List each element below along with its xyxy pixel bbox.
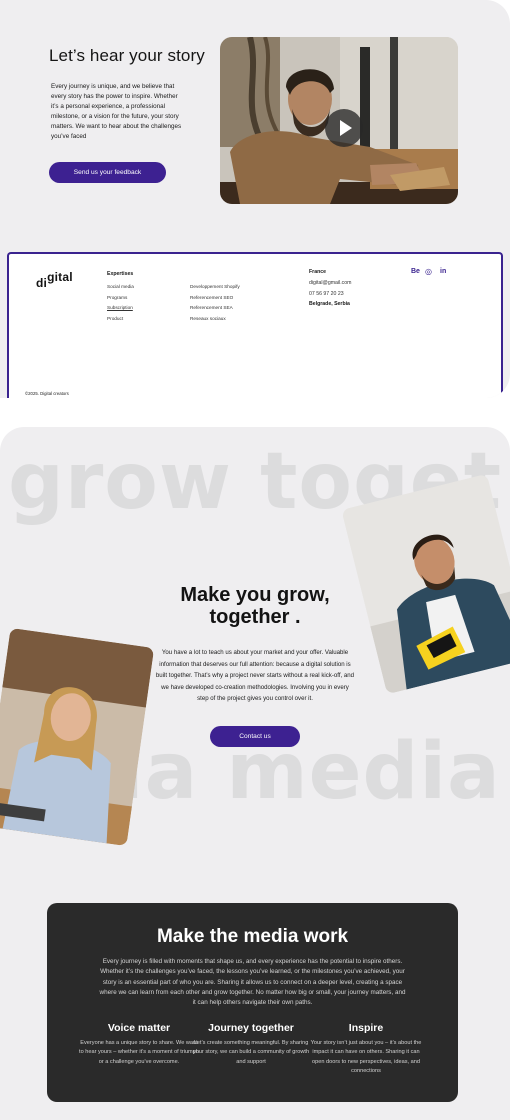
behance-icon[interactable]: Be <box>411 268 420 275</box>
site-footer: digital Expertises Social media Programs… <box>7 252 503 398</box>
inspire-title: Inspire <box>348 1022 384 1034</box>
footer-link-product[interactable]: Product <box>107 316 123 321</box>
grow-section: grow toget dia media Make you grow, toge… <box>0 427 510 1120</box>
dribbble-icon[interactable]: ◎ <box>425 267 432 276</box>
copyright: ©2025. Digital creators <box>25 391 69 396</box>
footer-link-subscription[interactable]: Subscription <box>107 305 133 310</box>
media-text: Every journey is filled with moments tha… <box>99 958 406 1007</box>
inspire-text: Your story isn’t just about you – it’s a… <box>310 1040 422 1074</box>
man-reading-photo <box>341 473 510 695</box>
digital-logo[interactable]: digital <box>36 270 73 290</box>
contact-city: Belgrade, Serbia <box>309 301 350 307</box>
story-title: Let’s hear your story <box>49 46 205 65</box>
story-section: Let’s hear your story Every journey is u… <box>0 0 510 398</box>
story-text: Every journey is unique, and we believe … <box>51 83 182 141</box>
contact-country: France <box>309 269 327 275</box>
contact-email[interactable]: digital@gmail.com <box>309 280 351 286</box>
voice-matter-text: Everyone has a unique story to share. We… <box>79 1040 199 1065</box>
footer-link-sea[interactable]: Referencement SEA <box>190 305 233 310</box>
footer-link-seo[interactable]: Referencement SEO <box>190 295 233 300</box>
linkedin-icon[interactable]: in <box>440 268 446 275</box>
media-card: Make the media work Every journey is fil… <box>47 903 458 1102</box>
grow-text: You have a lot to teach us about your ma… <box>155 649 355 703</box>
journey-together-text: Let’s create something meaningful. By sh… <box>192 1040 310 1065</box>
footer-link-programs[interactable]: Programs <box>107 295 127 300</box>
journey-together-title: Journey together <box>208 1022 294 1034</box>
play-icon[interactable] <box>325 109 363 147</box>
expertises-heading: Expertises <box>107 271 134 277</box>
grow-title: Make you grow, together . <box>180 584 330 628</box>
voice-matter-title: Voice matter <box>107 1022 171 1034</box>
contact-us-button[interactable]: Contact us <box>210 726 300 747</box>
media-title: Make the media work <box>156 926 349 947</box>
footer-link-shopify[interactable]: Developpement Shopify <box>190 284 240 289</box>
footer-link-social-networks[interactable]: Reseaux sociaux <box>190 316 226 321</box>
footer-link-social-media[interactable]: Social media <box>107 284 134 289</box>
contact-phone[interactable]: 07 56 97 20 23 <box>309 291 344 297</box>
send-feedback-button[interactable]: Send us your feedback <box>49 162 166 183</box>
